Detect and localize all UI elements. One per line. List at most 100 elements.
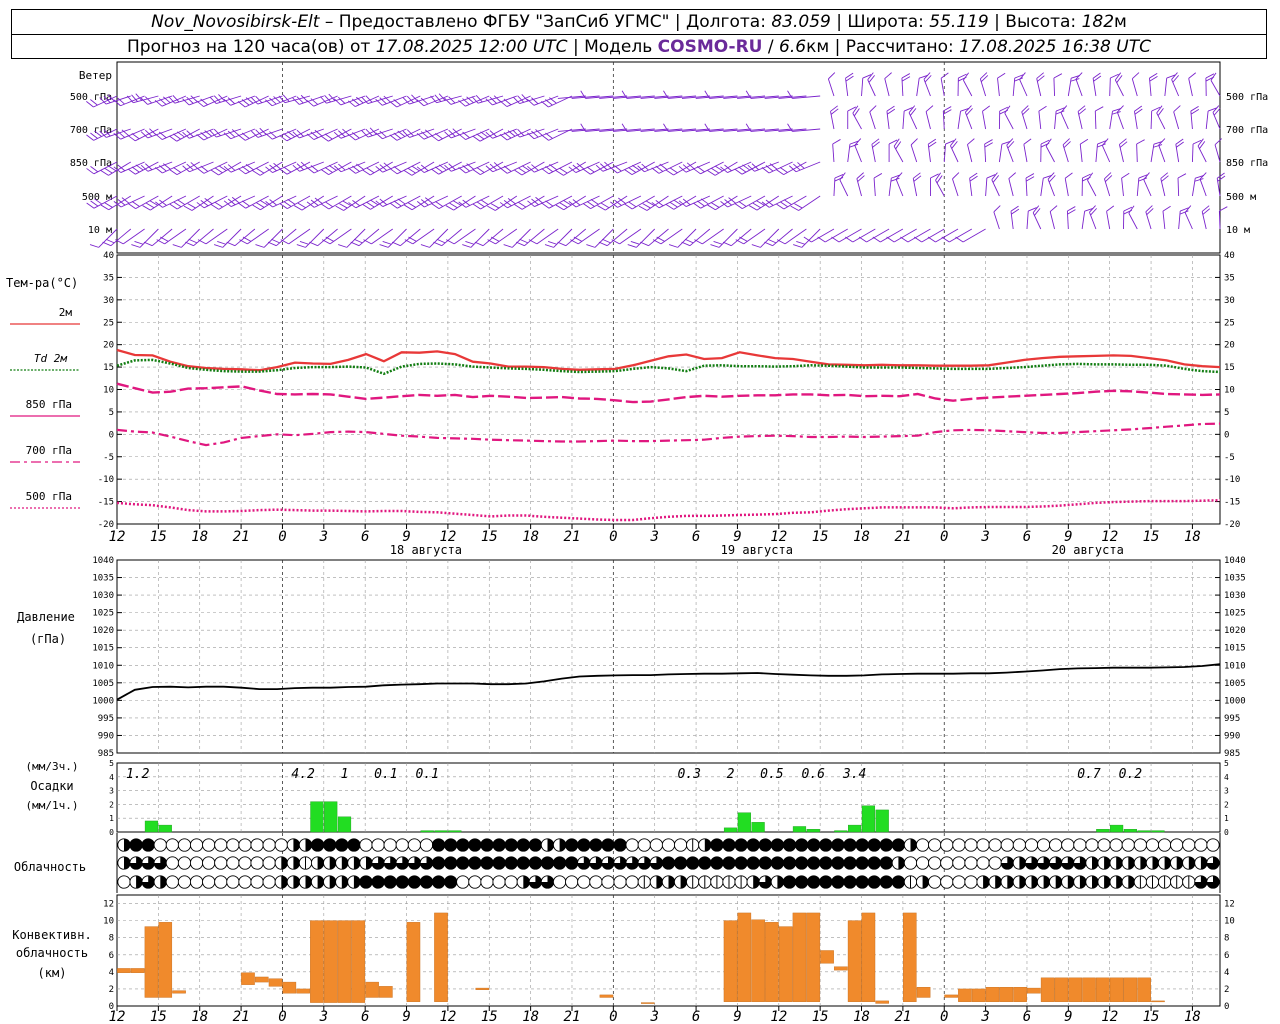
cloud-cover-icon [1012, 875, 1027, 889]
cloud-cover-icon [189, 856, 204, 870]
wind-barb [1162, 211, 1166, 230]
wind-barb-feather [1153, 144, 1163, 148]
cloud-cover-icon [589, 875, 603, 889]
wind-barb-feather [404, 204, 413, 211]
precip-3h-label: 2 [727, 767, 735, 782]
cloud-cover-icon [1194, 838, 1208, 852]
wind-barb-feather [890, 177, 900, 182]
wind-barb-feather [352, 132, 360, 139]
wind-barb [164, 228, 187, 245]
wind-barb-feather [321, 239, 331, 245]
wind-barb [869, 111, 876, 130]
wind-barb-feather [200, 200, 209, 207]
pressure-tick-label: 1035 [92, 574, 114, 584]
precip-tick-label-right: 0 [1224, 828, 1229, 837]
cloud-cover-icon [431, 856, 446, 870]
cloud-cover-icon [359, 856, 373, 870]
wind-barb-feather [476, 166, 485, 173]
wind-barb-feather [283, 166, 292, 173]
time-axis-label-bottom: 21 [233, 1009, 250, 1024]
cloud-cover-icon [310, 838, 325, 852]
cloud-cover-icon [1109, 875, 1123, 889]
precip-bar [751, 822, 765, 833]
wind-barb-feather [435, 200, 444, 207]
wind-barb-feather [445, 239, 455, 245]
wind-barb-feather [186, 163, 194, 171]
wind-barb-feather [241, 132, 250, 139]
cloud-cover-icon [1049, 875, 1063, 889]
wind-level-label-right: 850 гПа [1226, 158, 1268, 169]
cloud-cover-icon [1000, 838, 1014, 852]
cloud-cover-icon [649, 875, 664, 889]
wind-barb-feather [1064, 172, 1073, 179]
wind-barb-feather [545, 166, 554, 173]
wind-barb-feather [173, 133, 181, 140]
conv-cloud-bar [268, 978, 283, 987]
cloud-cover-icon [928, 838, 942, 852]
cloud-cover-icon [347, 856, 361, 870]
cloud-cover-icon [202, 856, 216, 870]
conv-title-line2: облачность [16, 946, 88, 960]
wind-barb-feather [416, 132, 425, 140]
wind-barb [328, 161, 352, 175]
wind-barb-feather [1219, 206, 1228, 212]
cloud-cover-icon [1061, 856, 1075, 870]
cloud-cover-icon [153, 875, 167, 889]
wind-barb [521, 195, 545, 210]
cloud-cover-icon [613, 838, 627, 852]
cloud-cover-icon [335, 875, 349, 889]
wind-barb-feather [173, 166, 182, 173]
cloud-cover-icon [782, 856, 797, 870]
wind-barb-feather [433, 241, 442, 247]
pressure-tick-label-right: 985 [1224, 749, 1240, 759]
cloud-cover-icon [262, 838, 276, 852]
cloud-cover-icon [141, 875, 155, 889]
wind-barb-feather [582, 203, 591, 209]
cloud-cover-icon [915, 875, 930, 889]
temp-tick-label: -10 [98, 475, 114, 485]
wind-barb-feather [832, 139, 841, 145]
cloud-cover-icon [928, 856, 942, 870]
conv-cloud-bar [282, 981, 297, 994]
wind-barb-feather [586, 244, 596, 248]
time-axis-label-bottom: 21 [564, 1009, 581, 1024]
wind-barb-feather [955, 236, 964, 243]
wind-barb [1164, 78, 1168, 97]
wind-barb [1008, 178, 1014, 197]
pressure-tick-label: 1025 [92, 609, 114, 619]
wind-barb-feather [559, 202, 568, 208]
conv-cloud-bar [985, 987, 1000, 1002]
wind-barb-feather [499, 134, 508, 141]
wind-barb-feather [624, 203, 633, 210]
temp-tick-label: 5 [109, 408, 114, 418]
pressure-tick-label: 1015 [92, 644, 114, 654]
cloud-cover-icon [238, 838, 252, 852]
cloud-cover-icon [117, 875, 131, 889]
wind-barb [1177, 177, 1180, 197]
wind-barb [1060, 112, 1069, 130]
cloud-cover-icon [698, 838, 712, 852]
cloud-cover-icon [1157, 856, 1172, 870]
wind-barb-feather [324, 166, 333, 173]
wind-barb [1004, 112, 1014, 130]
cloud-cover-icon [1073, 856, 1087, 870]
conv-cloud-bar [875, 1000, 889, 1004]
wind-barb-feather [210, 169, 219, 176]
time-axis-label: 3 [980, 529, 989, 545]
cloud-cover-icon [1036, 875, 1051, 889]
wind-barb-feather [886, 236, 895, 243]
wind-barb-feather [436, 238, 446, 244]
conv-cloud-bar [475, 987, 490, 990]
pressure-tick-label: 1020 [92, 626, 114, 636]
wind-barb-feather [431, 168, 439, 175]
wind-barb-feather [514, 204, 523, 210]
cloud-cover-icon [1206, 838, 1220, 852]
wind-barb [884, 78, 890, 97]
conv-cloud-bar [158, 922, 173, 998]
wind-barb [998, 144, 1003, 163]
wind-barb-feather [673, 199, 682, 206]
wind-barb-feather [586, 166, 595, 173]
cloud-cover-icon [988, 838, 1002, 852]
cloud-cover-icon [879, 875, 893, 889]
wind-barb-feather [967, 138, 975, 145]
